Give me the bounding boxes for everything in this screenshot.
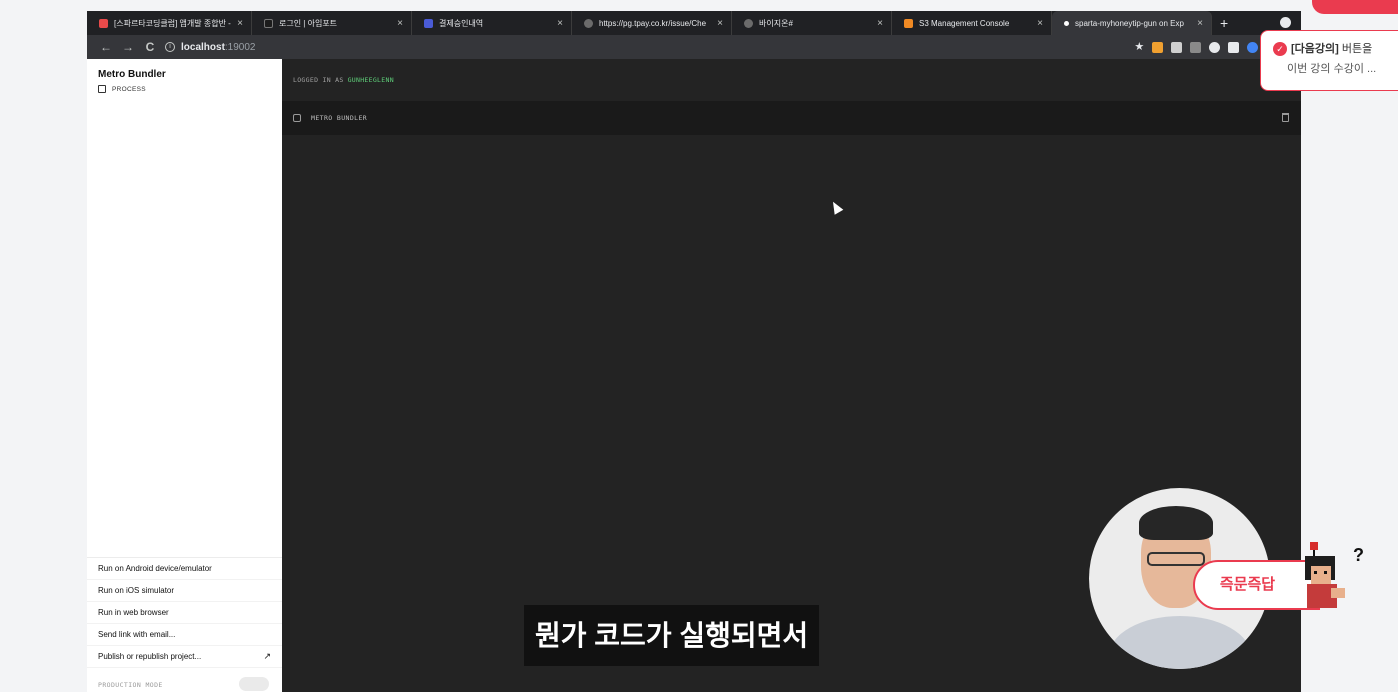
tab-title: sparta-myhoneytip-gun on Exp xyxy=(1075,18,1184,28)
sparta-favicon-icon xyxy=(99,18,108,28)
extension-icon[interactable] xyxy=(1171,42,1183,53)
tab-title: S3 Management Console xyxy=(919,18,1010,28)
tab-title: 결제승인내역 xyxy=(439,18,484,28)
iamport-favicon-icon xyxy=(264,18,273,28)
tab-byzion[interactable]: 바이지온# × xyxy=(732,11,892,35)
notice-line-2: 이번 강의 수강이 ... xyxy=(1287,63,1377,76)
qna-badge[interactable]: 즉문즉답 xyxy=(1193,560,1320,610)
tab-strip: [스파르타코딩클럽] 앱개발 종합반 - × 로그인 | 아임포트 × 결제승인… xyxy=(87,11,1301,35)
extension-icon[interactable] xyxy=(1190,42,1202,53)
extension-icon[interactable] xyxy=(1209,42,1221,53)
tab-title: [스파르타코딩클럽] 앱개발 종합반 - xyxy=(114,18,231,28)
url-port: :19002 xyxy=(224,41,256,53)
logged-in-label: LOGGED IN AS xyxy=(293,76,344,84)
mouse-cursor-icon xyxy=(828,199,844,215)
instructor-glasses xyxy=(1147,552,1205,566)
action-label: Run on Android device/emulator xyxy=(98,564,212,573)
address-bar[interactable]: i localhost:19002 xyxy=(165,42,256,53)
action-label: Send link with email... xyxy=(98,630,176,639)
question-mark-icon: ? xyxy=(1353,545,1364,565)
aws-favicon-icon xyxy=(904,18,913,28)
globe-icon xyxy=(584,18,593,28)
tab-sparta-course[interactable]: [스파르타코딩클럽] 앱개발 종합반 - × xyxy=(87,11,252,35)
metro-bundler-header: METRO BUNDLER xyxy=(282,101,1301,135)
tab-s3-console[interactable]: S3 Management Console × xyxy=(892,11,1052,35)
close-icon[interactable]: × xyxy=(237,18,243,29)
send-link-button[interactable]: Send link with email... xyxy=(87,624,282,646)
tab-iamport-login[interactable]: 로그인 | 아임포트 × xyxy=(252,11,412,35)
process-label: PROCESS xyxy=(112,85,146,93)
tab-search-icon[interactable] xyxy=(1280,17,1291,28)
close-icon[interactable]: × xyxy=(1197,18,1203,29)
tab-title: 로그인 | 아임포트 xyxy=(279,18,338,28)
publish-button[interactable]: Publish or republish project... ↗ xyxy=(87,646,282,668)
site-info-icon[interactable]: i xyxy=(165,42,175,52)
browser-toolbar: ← → C i localhost:19002 ★ 업데 xyxy=(87,35,1301,59)
action-label: Run in web browser xyxy=(98,608,169,617)
expo-favicon-icon xyxy=(1064,20,1069,26)
action-label: Publish or republish project... xyxy=(98,652,202,661)
url-host: localhost xyxy=(181,41,225,53)
extension-icon[interactable] xyxy=(1152,42,1164,53)
username: GUNHEEGLENN xyxy=(347,76,394,84)
profile-avatar-icon[interactable] xyxy=(1247,42,1259,53)
logged-in-bar: LOGGED IN AS GUNHEEGLENN xyxy=(282,59,1301,101)
sidebar-title: Metro Bundler xyxy=(98,69,166,80)
notice-text: 버튼을 xyxy=(1338,43,1373,55)
notice-line-1: ✓ [다음강의] 버튼을 xyxy=(1273,40,1398,57)
instructor-shirt xyxy=(1109,616,1251,669)
production-mode-label: PRODUCTION MODE xyxy=(98,681,163,689)
production-mode-toggle[interactable] xyxy=(239,677,269,691)
close-icon[interactable]: × xyxy=(877,18,883,29)
trash-icon[interactable] xyxy=(1282,113,1289,122)
cube-icon xyxy=(293,114,301,122)
run-ios-button[interactable]: Run on iOS simulator xyxy=(87,580,282,602)
cube-icon xyxy=(98,85,106,93)
close-icon[interactable]: × xyxy=(397,18,403,29)
close-icon[interactable]: × xyxy=(717,18,723,29)
check-icon: ✓ xyxy=(1273,42,1287,57)
forward-icon[interactable]: → xyxy=(117,40,139,54)
video-subtitle: 뭔가 코드가 실행되면서 xyxy=(524,605,820,666)
new-tab-button[interactable]: + xyxy=(1220,15,1228,31)
tab-title: 바이지온# xyxy=(759,18,793,28)
tab-expo-project[interactable]: sparta-myhoneytip-gun on Exp × xyxy=(1052,11,1212,35)
payment-favicon-icon xyxy=(424,18,433,28)
run-android-button[interactable]: Run on Android device/emulator xyxy=(87,558,282,580)
sidebar-process[interactable]: PROCESS xyxy=(98,85,146,93)
tab-payment-history[interactable]: 결제승인내역 × xyxy=(412,11,572,35)
next-lecture-notice[interactable]: ✓ [다음강의] 버튼을 이번 강의 수강이 ... xyxy=(1260,30,1398,91)
mascot-icon xyxy=(1305,542,1345,608)
tab-tpay-issue[interactable]: https://pg.tpay.co.kr/issue/Che × xyxy=(572,11,732,35)
sidebar-actions: Run on Android device/emulator Run on iO… xyxy=(87,557,282,668)
tab-title: https://pg.tpay.co.kr/issue/Che xyxy=(599,18,707,28)
back-icon[interactable]: ← xyxy=(95,40,117,54)
globe-icon xyxy=(744,18,753,28)
reload-icon[interactable]: C xyxy=(139,40,161,54)
bookmark-star-icon[interactable]: ★ xyxy=(1134,42,1144,53)
close-icon[interactable]: × xyxy=(1037,18,1043,29)
bundler-label: METRO BUNDLER xyxy=(311,114,368,122)
run-web-button[interactable]: Run in web browser xyxy=(87,602,282,624)
notification-tab xyxy=(1312,0,1398,14)
notice-bracket: [다음강의] xyxy=(1291,43,1339,55)
sidebar: Metro Bundler PROCESS Run on Android dev… xyxy=(87,59,282,692)
instructor-hair xyxy=(1139,506,1213,540)
close-icon[interactable]: × xyxy=(557,18,563,29)
screen: [스파르타코딩클럽] 앱개발 종합반 - × 로그인 | 아임포트 × 결제승인… xyxy=(0,0,1398,692)
puzzle-icon[interactable] xyxy=(1228,42,1240,53)
action-label: Run on iOS simulator xyxy=(98,586,175,595)
external-arrow-icon: ↗ xyxy=(263,651,271,661)
